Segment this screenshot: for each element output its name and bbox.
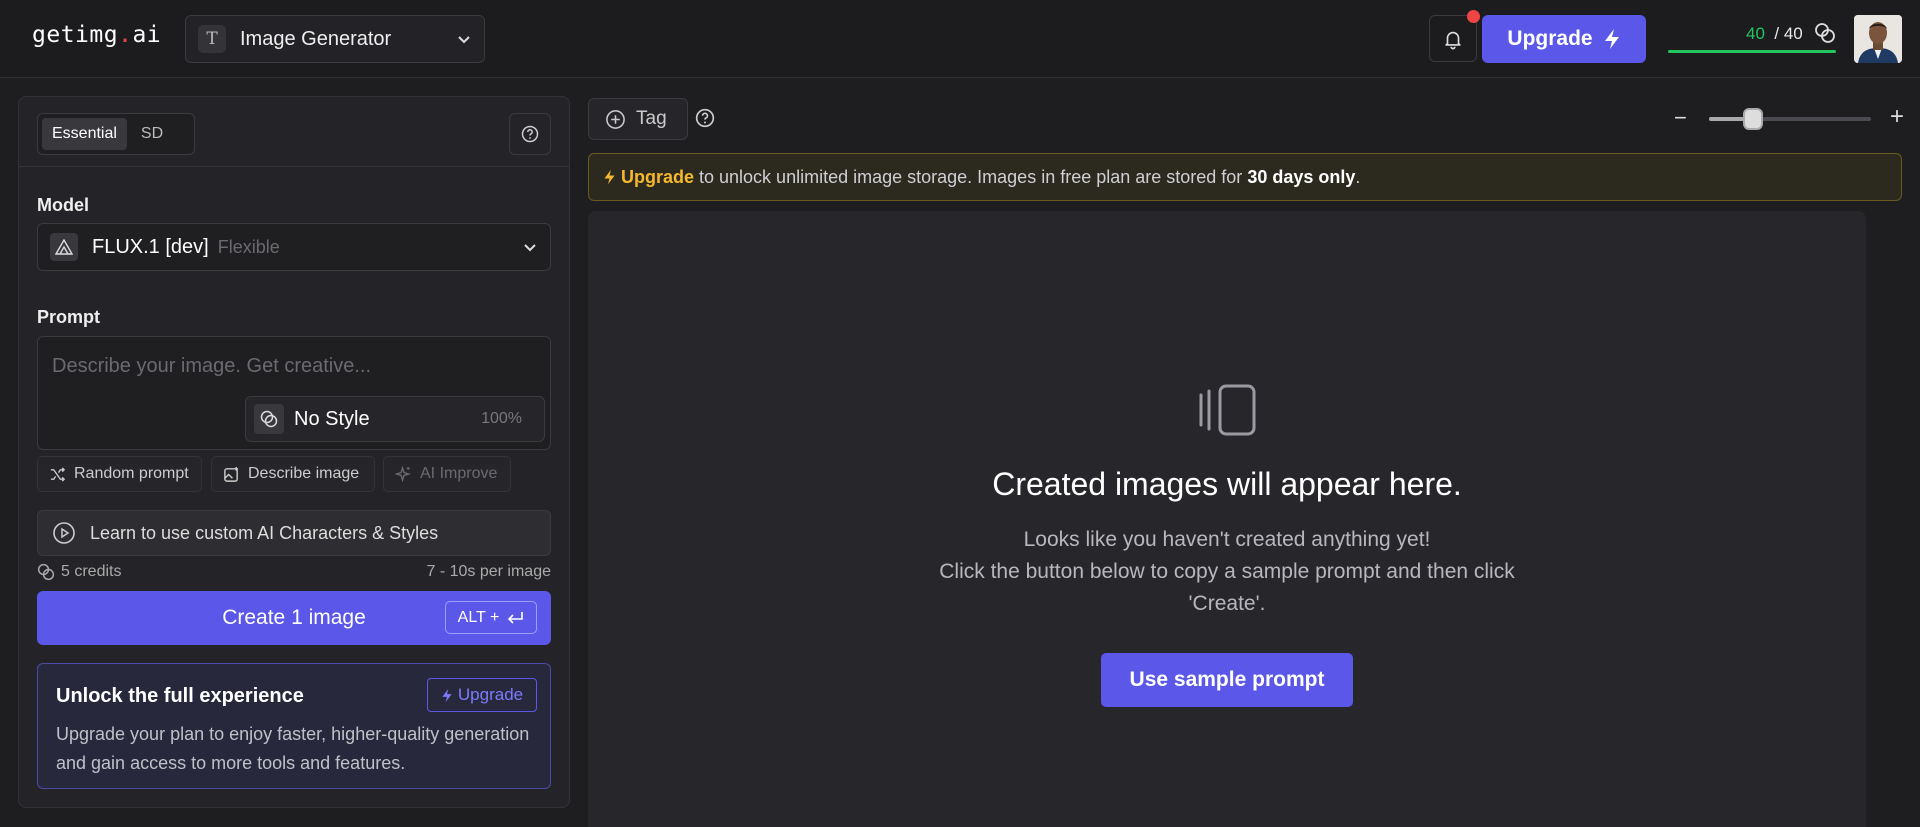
- style-selector[interactable]: No Style 100%: [245, 396, 545, 442]
- unlock-upgrade-button[interactable]: Upgrade: [427, 678, 537, 712]
- create-image-button[interactable]: Create 1 image ALT +: [37, 591, 551, 645]
- credits-count: 40 / 40: [1746, 24, 1803, 43]
- unlock-description: Upgrade your plan to enjoy faster, highe…: [56, 724, 530, 773]
- zoom-control: − +: [1674, 103, 1904, 133]
- random-prompt-button[interactable]: Random prompt: [37, 456, 202, 492]
- model-selector[interactable]: FLUX.1 [dev] Flexible: [37, 223, 551, 271]
- flux-logo-icon: [50, 233, 78, 261]
- play-circle-icon: [53, 522, 75, 544]
- zoom-slider[interactable]: [1709, 108, 1871, 130]
- avatar[interactable]: [1854, 15, 1902, 63]
- notification-badge: [1467, 10, 1480, 23]
- logo-text: getimg: [32, 22, 119, 48]
- prompt-input[interactable]: Describe your image. Get creative... No …: [37, 336, 551, 450]
- storage-banner: Upgrade to unlock unlimited image storag…: [588, 153, 1902, 201]
- logo-dot: .: [118, 22, 133, 48]
- help-button[interactable]: [509, 113, 551, 155]
- image-gallery: Created images will appear here. Looks l…: [588, 211, 1866, 827]
- empty-line-1: Looks like you haven't created anything …: [1023, 528, 1431, 551]
- empty-line-2: Click the button below to copy a sample …: [939, 560, 1515, 615]
- learn-characters-link[interactable]: Learn to use custom AI Characters & Styl…: [37, 510, 551, 556]
- unlock-title: Unlock the full experience: [56, 685, 304, 707]
- describe-image-button[interactable]: Describe image: [211, 456, 375, 492]
- random-prompt-label: Random prompt: [74, 465, 189, 482]
- tab-essential[interactable]: Essential: [42, 118, 127, 150]
- learn-text: Learn to use custom AI Characters & Styl…: [90, 522, 439, 543]
- divider: [19, 166, 569, 167]
- coins-icon: [37, 563, 55, 581]
- top-bar: getimg.ai T Image Generator Upgrade 40 /…: [0, 0, 1920, 78]
- enter-key-icon: [508, 611, 524, 624]
- unlock-upgrade-label: Upgrade: [457, 685, 524, 704]
- banner-upgrade-link[interactable]: Upgrade: [621, 167, 694, 188]
- tag-button[interactable]: Tag: [588, 98, 688, 140]
- chevron-down-icon: [524, 244, 536, 252]
- unlock-card: Unlock the full experience Upgrade Upgra…: [37, 663, 551, 789]
- shortcut-hint: ALT +: [445, 601, 537, 634]
- lightning-icon: [604, 169, 615, 185]
- empty-gallery-icon: [1198, 383, 1260, 442]
- coins-icon: [1815, 23, 1835, 43]
- logo[interactable]: getimg.ai: [32, 22, 161, 48]
- ai-improve-button[interactable]: AI Improve: [383, 456, 511, 492]
- banner-bold: 30 days only: [1247, 166, 1356, 187]
- model-label: Model: [37, 195, 89, 215]
- credits-progress-bar: [1668, 50, 1836, 53]
- question-circle-icon: [695, 108, 715, 128]
- tab-sd[interactable]: SD: [131, 118, 173, 150]
- upgrade-button[interactable]: Upgrade: [1482, 15, 1646, 63]
- lightning-icon: [1604, 29, 1619, 49]
- banner-end: .: [1355, 166, 1361, 187]
- describe-image-label: Describe image: [248, 465, 360, 482]
- image-plus-icon: [224, 466, 239, 482]
- style-strength: 100%: [481, 410, 522, 427]
- generation-panel: Essential SD Model FLUX.1 [dev] Flexible…: [18, 96, 570, 808]
- style-circles-icon: [254, 404, 284, 434]
- mode-tabs: Essential SD: [37, 113, 195, 155]
- tool-name: Image Generator: [240, 27, 392, 50]
- empty-title: Created images will appear here.: [992, 466, 1462, 502]
- banner-text: to unlock unlimited image storage. Image…: [694, 166, 1248, 187]
- credits-indicator[interactable]: 40 / 40: [1668, 22, 1836, 56]
- model-name: FLUX.1 [dev]: [92, 235, 209, 258]
- prompt-label: Prompt: [37, 307, 100, 327]
- zoom-slider-handle[interactable]: [1742, 108, 1763, 130]
- shuffle-icon: [50, 466, 66, 482]
- bell-icon: [1445, 31, 1461, 49]
- lightning-icon: [442, 688, 452, 702]
- sparkle-icon: [395, 465, 411, 482]
- chevron-down-icon: [458, 36, 470, 44]
- ai-improve-label: AI Improve: [420, 465, 498, 482]
- text-tool-icon: T: [198, 25, 226, 53]
- notifications-button[interactable]: [1429, 10, 1480, 62]
- tag-label: Tag: [636, 108, 667, 129]
- upgrade-label: Upgrade: [1507, 27, 1593, 50]
- prompt-placeholder: Describe your image. Get creative...: [52, 355, 372, 377]
- plus-circle-icon: [606, 109, 625, 129]
- user-photo: [1854, 15, 1902, 63]
- use-sample-prompt-button[interactable]: Use sample prompt: [1101, 653, 1353, 707]
- model-subtitle: Flexible: [217, 236, 280, 257]
- question-circle-icon: [521, 125, 539, 143]
- style-name: No Style: [294, 407, 370, 430]
- generation-time: 7 - 10s per image: [426, 563, 551, 580]
- credit-cost: 5 credits: [37, 563, 121, 581]
- zoom-out-button[interactable]: −: [1674, 105, 1687, 131]
- empty-description: Looks like you haven't created anything …: [927, 524, 1527, 620]
- logo-suffix: ai: [132, 22, 162, 48]
- zoom-in-button[interactable]: +: [1890, 103, 1904, 131]
- tool-selector[interactable]: T Image Generator: [185, 15, 485, 63]
- tag-help-button[interactable]: [695, 108, 715, 133]
